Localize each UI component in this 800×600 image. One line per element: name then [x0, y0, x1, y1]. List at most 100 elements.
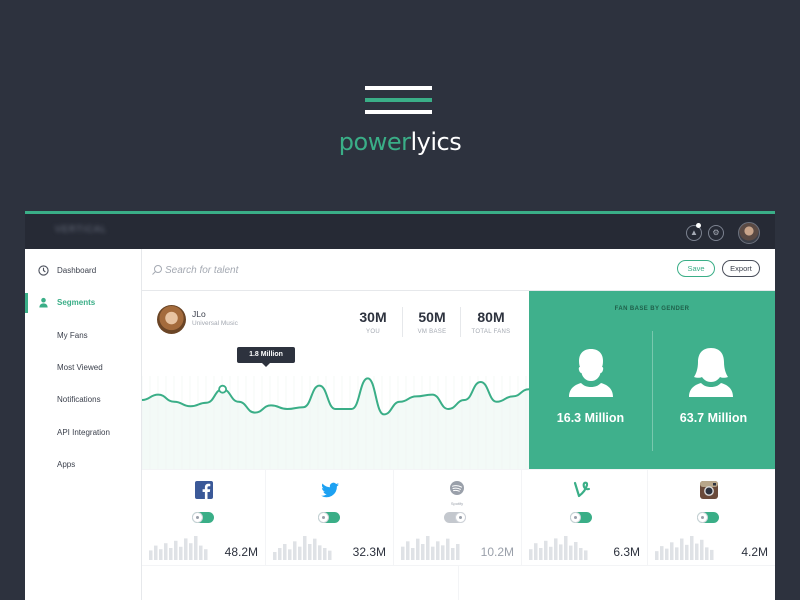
- chart-tooltip: 1.8 Million: [237, 347, 295, 367]
- facebook-toggle[interactable]: [192, 512, 214, 523]
- sparkline-bar: [700, 539, 704, 560]
- sidebar-item-label: Segments: [57, 298, 96, 307]
- sidebar-item-notifications[interactable]: Notifications: [25, 390, 142, 410]
- sidebar-item-apps[interactable]: Apps: [25, 455, 142, 475]
- twitter-value: 32.3M: [352, 545, 386, 559]
- sparkline-bar: [283, 544, 287, 560]
- save-button[interactable]: Save: [677, 260, 715, 277]
- sidebar-item-most-viewed[interactable]: Most Viewed: [25, 358, 142, 378]
- sparkline-bar: [705, 547, 709, 560]
- artist-label: Universal Music: [192, 320, 238, 327]
- spotify-toggle[interactable]: [444, 512, 466, 523]
- sparkline-bar: [278, 548, 282, 560]
- sparkline-bar: [441, 545, 445, 560]
- sidebar-item-label: Dashboard: [57, 266, 97, 275]
- notification-dot: [696, 223, 701, 228]
- sparkline-bar: [303, 536, 307, 560]
- sparkline-bar: [451, 548, 455, 560]
- app-window: VERTICAL ▲ ⚙ Dashboard Segments My Fans …: [25, 211, 775, 600]
- sparkline-bar: [323, 548, 327, 560]
- sparkline-bar: [675, 547, 679, 560]
- social-card-instagram: 4.2M: [648, 470, 775, 565]
- bottom-card-right: [459, 566, 775, 600]
- chart-highlight-point: [218, 384, 228, 394]
- sparkline-bar: [456, 544, 460, 560]
- sparkline-bar: [569, 545, 573, 560]
- fan-trend-chart[interactable]: [142, 346, 529, 469]
- sidebar-item-label: Apps: [57, 460, 76, 469]
- sparkline-bar: [308, 544, 312, 560]
- stat-total-fans: 80M TOTAL FANS: [463, 309, 519, 335]
- social-card-vine: 6.3M: [522, 470, 647, 565]
- search-input[interactable]: [165, 262, 465, 278]
- vine-value: 6.3M: [613, 545, 640, 559]
- stat-caption: TOTAL FANS: [471, 329, 511, 335]
- sparkline-bar: [690, 536, 694, 560]
- instagram-icon[interactable]: [699, 480, 719, 500]
- sidebar-item-api-integration[interactable]: API Integration: [25, 423, 142, 443]
- social-card-spotify: Spotify 10.2M: [394, 470, 521, 565]
- sparkline-bar: [328, 550, 332, 560]
- toggle-knob: [570, 512, 581, 523]
- stat-caption: YOU: [366, 329, 380, 335]
- facebook-icon[interactable]: [194, 480, 214, 500]
- sparkline-bar: [169, 548, 173, 560]
- search-icon: [152, 265, 162, 275]
- artist-avatar: [157, 305, 186, 334]
- sparkline-bar: [313, 538, 317, 560]
- sparkline-bar: [431, 546, 435, 560]
- sparkline-bar: [174, 540, 178, 560]
- sparkline-bar: [189, 543, 193, 560]
- bottom-card-left: [142, 566, 458, 600]
- twitter-toggle[interactable]: [318, 512, 340, 523]
- sparkline-bar: [421, 544, 425, 560]
- sparkline-bar: [406, 541, 410, 560]
- user-avatar[interactable]: [738, 222, 760, 244]
- sparkline-bar: [710, 549, 714, 560]
- sparkline-bar: [554, 538, 558, 560]
- clock-icon: [38, 265, 49, 276]
- person-icon: [39, 297, 48, 308]
- spotify-icon[interactable]: [447, 480, 467, 500]
- brand-name-part2: lyics: [410, 128, 462, 156]
- instagram-value: 4.2M: [741, 545, 768, 559]
- sidebar-item-label: Most Viewed: [57, 363, 103, 372]
- stat-you: 30M YOU: [345, 309, 401, 335]
- stat-vm-base: 50M VM BASE: [404, 309, 460, 335]
- sparkline-bar: [149, 550, 153, 560]
- spotify-caption: Spotify: [450, 501, 464, 506]
- sidebar-item-segments[interactable]: Segments: [25, 293, 142, 313]
- settings-icon[interactable]: ⚙: [708, 225, 724, 241]
- top-bar: VERTICAL ▲ ⚙: [25, 214, 775, 249]
- stat-value: 50M: [418, 309, 446, 325]
- sparkline-bar: [574, 542, 578, 560]
- sparkline-bar: [318, 545, 322, 560]
- export-button[interactable]: Export: [722, 260, 760, 277]
- sidebar-item-dashboard[interactable]: Dashboard: [25, 261, 142, 281]
- sparkline-bar: [655, 551, 659, 560]
- sparkline-bar: [446, 538, 450, 560]
- vine-toggle[interactable]: [570, 512, 592, 523]
- search-bar: Save Export: [142, 249, 775, 291]
- toggle-knob: [192, 512, 203, 523]
- twitter-icon[interactable]: [320, 480, 340, 500]
- toggle-knob: [318, 512, 329, 523]
- social-card-facebook: 48.2M: [142, 470, 265, 565]
- sparkline-bar: [426, 536, 430, 560]
- spotify-sparkline: [401, 536, 460, 560]
- sparkline-bar: [298, 546, 302, 560]
- stat-value: 30M: [359, 309, 387, 325]
- female-fan-count: 63.7 Million: [679, 411, 748, 425]
- vine-icon[interactable]: [572, 480, 592, 500]
- sparkline-bar: [164, 543, 168, 560]
- artist-name: JLo: [192, 309, 206, 319]
- sparkline-bar: [670, 542, 674, 560]
- sparkline-bar: [401, 546, 405, 560]
- sidebar-item-my-fans[interactable]: My Fans: [25, 326, 142, 346]
- stat-divider: [460, 307, 461, 337]
- app-logo[interactable]: VERTICAL: [55, 224, 113, 242]
- vine-sparkline: [529, 536, 588, 560]
- instagram-toggle[interactable]: [697, 512, 719, 523]
- sparkline-bar: [179, 546, 183, 560]
- instagram-sparkline: [655, 536, 714, 560]
